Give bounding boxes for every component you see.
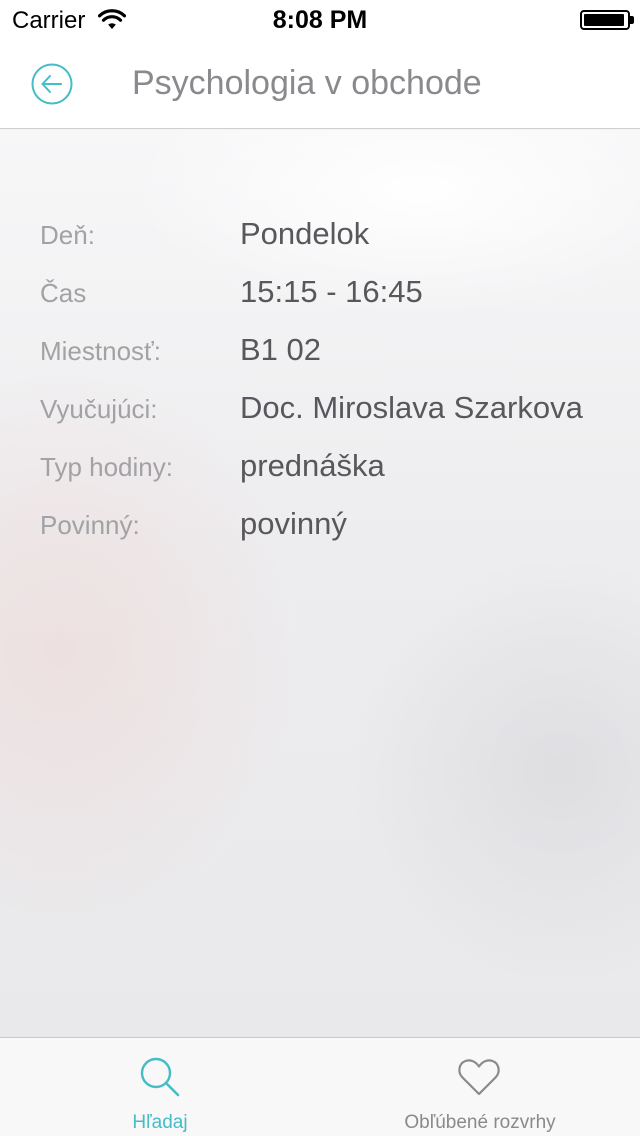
page-title: Psychologia v obchode [132, 64, 482, 102]
status-bar: Carrier 8:08 PM [0, 0, 640, 40]
tab-favorite-schedules[interactable]: Obľúbené rozvrhy [360, 1038, 600, 1136]
detail-value: prednáška [240, 448, 385, 483]
detail-value: Pondelok [240, 216, 370, 251]
detail-label: Deň: [40, 220, 95, 250]
tab-label: Obľúbené rozvrhy [404, 1112, 556, 1133]
navigation-bar: Psychologia v obchode [0, 40, 640, 129]
back-button[interactable] [30, 62, 74, 106]
heart-icon [458, 1059, 500, 1096]
detail-row-class-type: Typ hodiny: prednáška [40, 448, 620, 488]
battery-tip [630, 16, 634, 24]
detail-label: Vyučujúci: [40, 394, 158, 424]
detail-label: Typ hodiny: [40, 452, 173, 482]
detail-value: povinný [240, 506, 347, 541]
screen: Carrier 8:08 PM Psychologia v obchode De… [0, 0, 640, 1136]
detail-content: Deň: Pondelok Čas 15:15 - 16:45 Miestnos… [0, 130, 640, 1037]
detail-value: 15:15 - 16:45 [240, 274, 423, 309]
detail-value: Doc. Miroslava Szarkova [240, 390, 583, 425]
tab-label: Hľadaj [132, 1112, 188, 1133]
search-icon [140, 1057, 180, 1097]
clock: 8:08 PM [272, 6, 368, 34]
arrow-left-circle-icon [31, 63, 73, 105]
tab-search[interactable]: Hľadaj [40, 1038, 280, 1136]
detail-row-teacher: Vyučujúci: Doc. Miroslava Szarkova [40, 390, 620, 430]
detail-row-day: Deň: Pondelok [40, 216, 620, 256]
detail-label: Povinný: [40, 510, 140, 540]
battery-icon [580, 10, 630, 30]
tab-bar: Hľadaj Obľúbené rozvrhy [0, 1037, 640, 1136]
battery-level [584, 14, 624, 26]
detail-value: B1 02 [240, 332, 322, 367]
detail-row-time: Čas 15:15 - 16:45 [40, 274, 620, 314]
detail-row-mandatory: Povinný: povinný [40, 506, 620, 546]
detail-label: Miestnosť: [40, 336, 162, 366]
detail-row-room: Miestnosť: B1 02 [40, 332, 620, 372]
detail-label: Čas [40, 278, 87, 308]
